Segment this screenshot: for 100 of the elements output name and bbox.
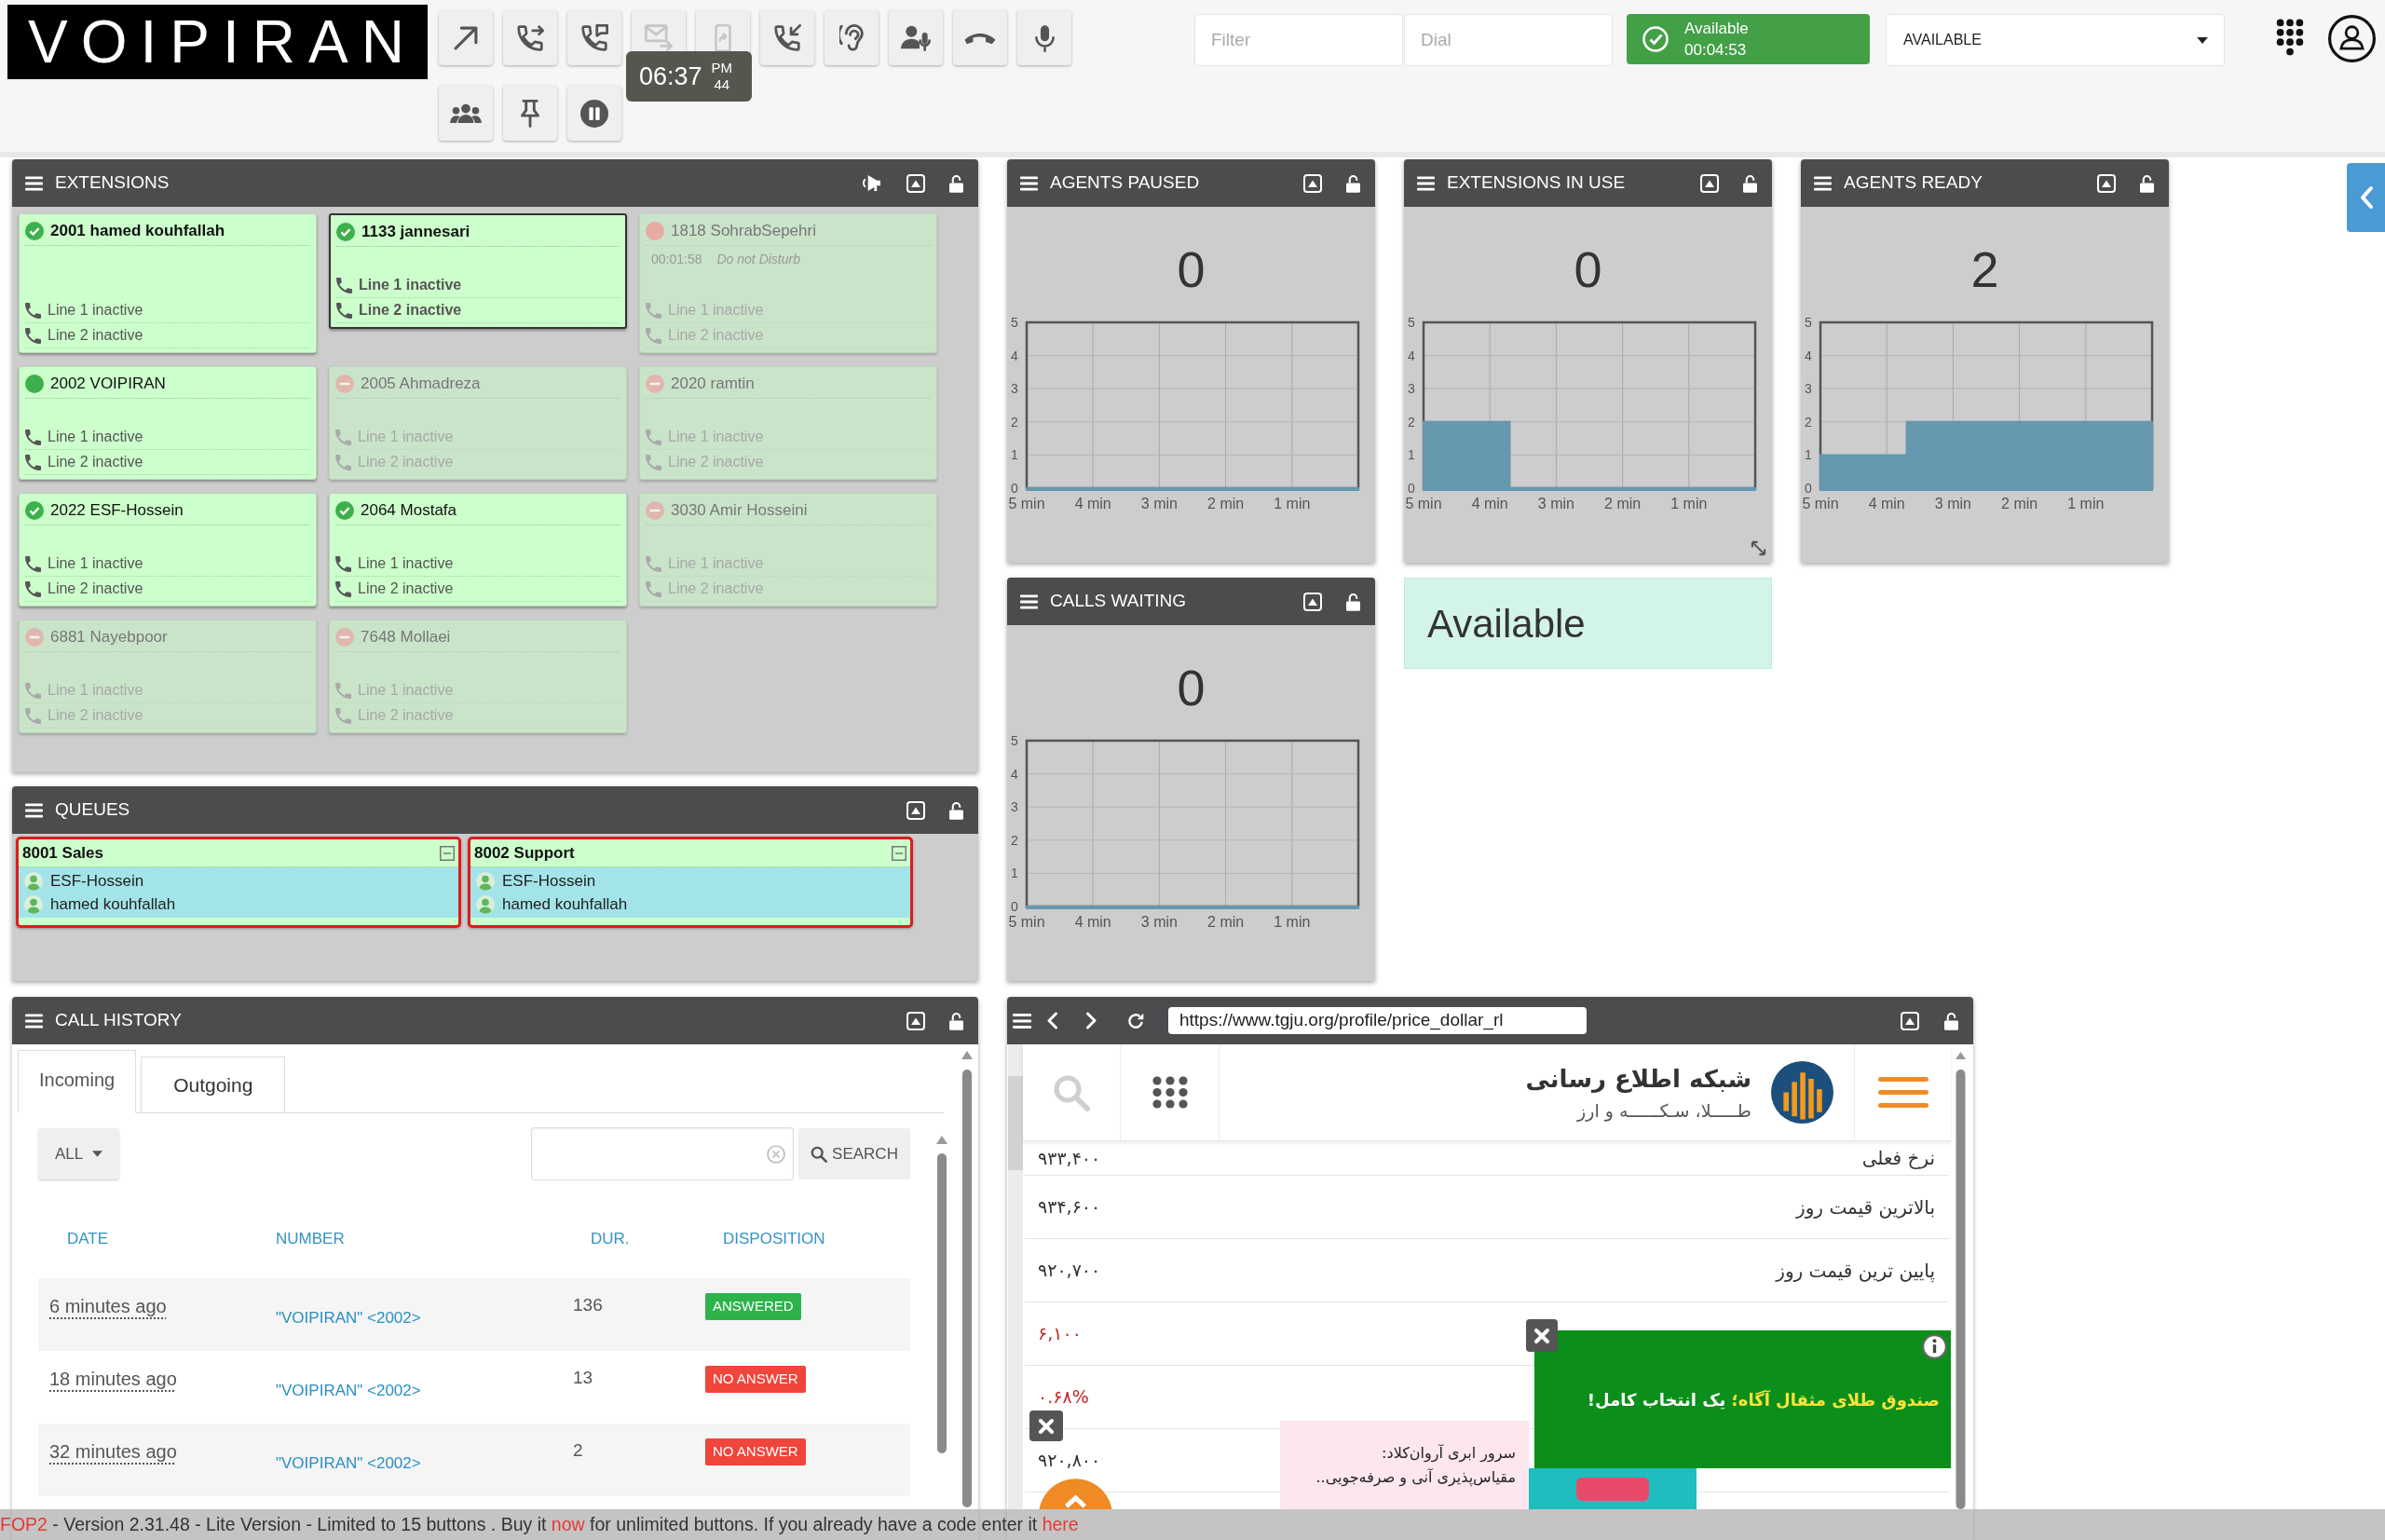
user-icon (476, 894, 495, 914)
close-button[interactable] (1526, 1319, 1558, 1352)
x-tick-label: 5 min (1405, 496, 1442, 511)
tab[interactable]: Outgoing (141, 1056, 286, 1112)
collapse-tab[interactable] (2347, 163, 2385, 232)
resize-icon[interactable] (1751, 540, 1766, 556)
user-icon (476, 871, 495, 891)
maximize-icon[interactable] (1700, 173, 1719, 193)
padlock-icon[interactable] (1346, 173, 1360, 193)
extension-name: 2064 Mostafa (361, 500, 457, 522)
toolbar-button[interactable] (439, 10, 493, 65)
menu-icon[interactable] (1020, 593, 1038, 609)
user-avatar-icon[interactable] (2328, 15, 2376, 62)
search-field[interactable] (531, 1127, 794, 1180)
maximize-icon[interactable] (1303, 592, 1322, 611)
padlock-icon[interactable] (1346, 592, 1360, 611)
padlock-icon[interactable] (949, 173, 963, 193)
link[interactable]: here (1042, 1513, 1079, 1534)
toolbar-button[interactable] (503, 86, 557, 141)
maximize-icon[interactable] (906, 800, 925, 820)
close-button[interactable] (1029, 1411, 1063, 1441)
extension-card[interactable]: 2002 VOIPIRAN Line 1 inactive Line 2 inactive (19, 366, 317, 480)
filter-field[interactable]: Filter (1194, 14, 1403, 66)
padlock-icon[interactable] (949, 1011, 963, 1030)
toolbar-button[interactable] (439, 86, 493, 141)
dialpad-icon[interactable] (2276, 19, 2304, 56)
collapse-icon[interactable] (892, 845, 906, 861)
maximize-icon[interactable] (906, 1011, 925, 1030)
grid-dots-icon[interactable] (1152, 1076, 1188, 1109)
extension-card[interactable]: 1818 SohrabSepehri 00:01:58 Do not Disturb Line 1 inactive Line 2 inactive (639, 213, 937, 353)
menu-icon[interactable] (25, 175, 43, 191)
forward-icon[interactable] (1085, 1012, 1097, 1029)
extension-card[interactable]: 7648 Mollaei Line 1 inactive Line 2 inactive (329, 620, 627, 733)
tab[interactable]: Incoming (18, 1050, 137, 1113)
phone-icon (25, 327, 41, 344)
link[interactable]: now (551, 1513, 585, 1534)
dial-field[interactable]: Dial (1404, 14, 1613, 66)
toolbar-button[interactable] (760, 10, 814, 65)
menu-icon[interactable] (25, 1013, 43, 1029)
presence-select[interactable]: AVAILABLE (1886, 14, 2225, 66)
info-icon[interactable] (1922, 1334, 1947, 1359)
column-header[interactable]: DATE (49, 1226, 276, 1251)
collapse-icon[interactable] (440, 845, 455, 861)
menu-icon[interactable] (1417, 175, 1435, 191)
menu-icon[interactable] (1814, 175, 1832, 191)
extension-name: 2022 ESF-Hossein (50, 500, 184, 522)
column-header[interactable]: NUMBER (276, 1226, 573, 1251)
extension-card[interactable]: 3030 Amir Hosseini Line 1 inactive Line 2 inactive (639, 493, 937, 606)
toolbar-button[interactable] (1017, 10, 1071, 65)
maximize-icon[interactable] (1901, 1011, 1919, 1030)
scrollbar[interactable] (961, 1050, 974, 1507)
extension-name: 3030 Amir Hosseini (671, 500, 808, 522)
padlock-icon[interactable] (1944, 1011, 1958, 1030)
toolbar-button[interactable] (567, 86, 621, 141)
line-status: Line 1 inactive (668, 554, 764, 573)
extension-card[interactable]: 2020 ramtin Line 1 inactive Line 2 inactive (639, 366, 937, 480)
caller-link[interactable]: "VOIPIRAN" <2002> (276, 1278, 421, 1330)
search-button[interactable]: SEARCH (798, 1128, 910, 1179)
x-tick-label: 4 min (1074, 496, 1111, 511)
url-field[interactable]: https://www.tgju.org/profile/price_dollar_rl (1168, 1007, 1587, 1034)
panel-title: EXTENSIONS IN USE (1447, 171, 1626, 195)
toolbar-button[interactable] (503, 10, 557, 65)
megaphone-icon[interactable] (861, 174, 882, 192)
direction-dropdown[interactable]: ALL (38, 1128, 119, 1179)
panel-title: CALLS WAITING (1050, 590, 1187, 613)
extension-card[interactable]: 2064 Mostafa Line 1 inactive Line 2 inactive (329, 493, 627, 606)
side-scrollbar[interactable] (1008, 1044, 1023, 1509)
padlock-icon[interactable] (2140, 173, 2154, 193)
toolbar-button[interactable] (889, 10, 943, 65)
scrollbar[interactable] (1955, 1051, 1967, 1509)
padlock-icon[interactable] (1743, 173, 1757, 193)
price-value: ۹۳۳,۴۰۰ (1038, 1146, 1101, 1170)
stat-value: 0 (1177, 662, 1206, 713)
close-icon (1038, 1417, 1055, 1435)
caller-link[interactable]: "VOIPIRAN" <2002> (276, 1351, 421, 1403)
scrollbar[interactable] (935, 1135, 948, 1453)
link[interactable]: FOP2 (0, 1513, 48, 1534)
column-header[interactable]: DISPOSITION (705, 1226, 910, 1251)
toolbar-button[interactable] (953, 10, 1007, 65)
maximize-icon[interactable] (906, 173, 925, 193)
maximize-icon[interactable] (1303, 173, 1322, 193)
toolbar-button[interactable] (825, 10, 879, 65)
maximize-icon[interactable] (2097, 173, 2116, 193)
reload-icon[interactable] (1126, 1011, 1145, 1030)
extension-card[interactable]: 1133 jannesari Line 1 inactive Line 2 inactive (329, 213, 627, 329)
back-icon[interactable] (1046, 1012, 1058, 1029)
extension-card[interactable]: 2001 hamed kouhfallah Line 1 inactive Line 2 inactive (19, 213, 317, 353)
menu-icon[interactable] (1013, 1013, 1031, 1029)
menu-icon[interactable] (25, 802, 43, 818)
disposition-badge: NO ANSWER (705, 1366, 806, 1393)
toolbar-button[interactable] (567, 10, 621, 65)
padlock-icon[interactable] (949, 800, 963, 820)
menu-icon[interactable] (1020, 175, 1038, 191)
extension-card[interactable]: 2005 Ahmadreza Line 1 inactive Line 2 inactive (329, 366, 627, 480)
extension-card[interactable]: 2022 ESF-Hossein Line 1 inactive Line 2 inactive (19, 493, 317, 606)
column-header[interactable]: DUR. (573, 1226, 705, 1251)
presence-button[interactable]: Available 00:04:53 (1627, 14, 1870, 64)
extension-card[interactable]: 6881 Nayebpoor Line 1 inactive Line 2 inactive (19, 620, 317, 733)
phone-icon (25, 302, 41, 319)
caller-link[interactable]: "VOIPIRAN" <2002> (276, 1424, 421, 1476)
